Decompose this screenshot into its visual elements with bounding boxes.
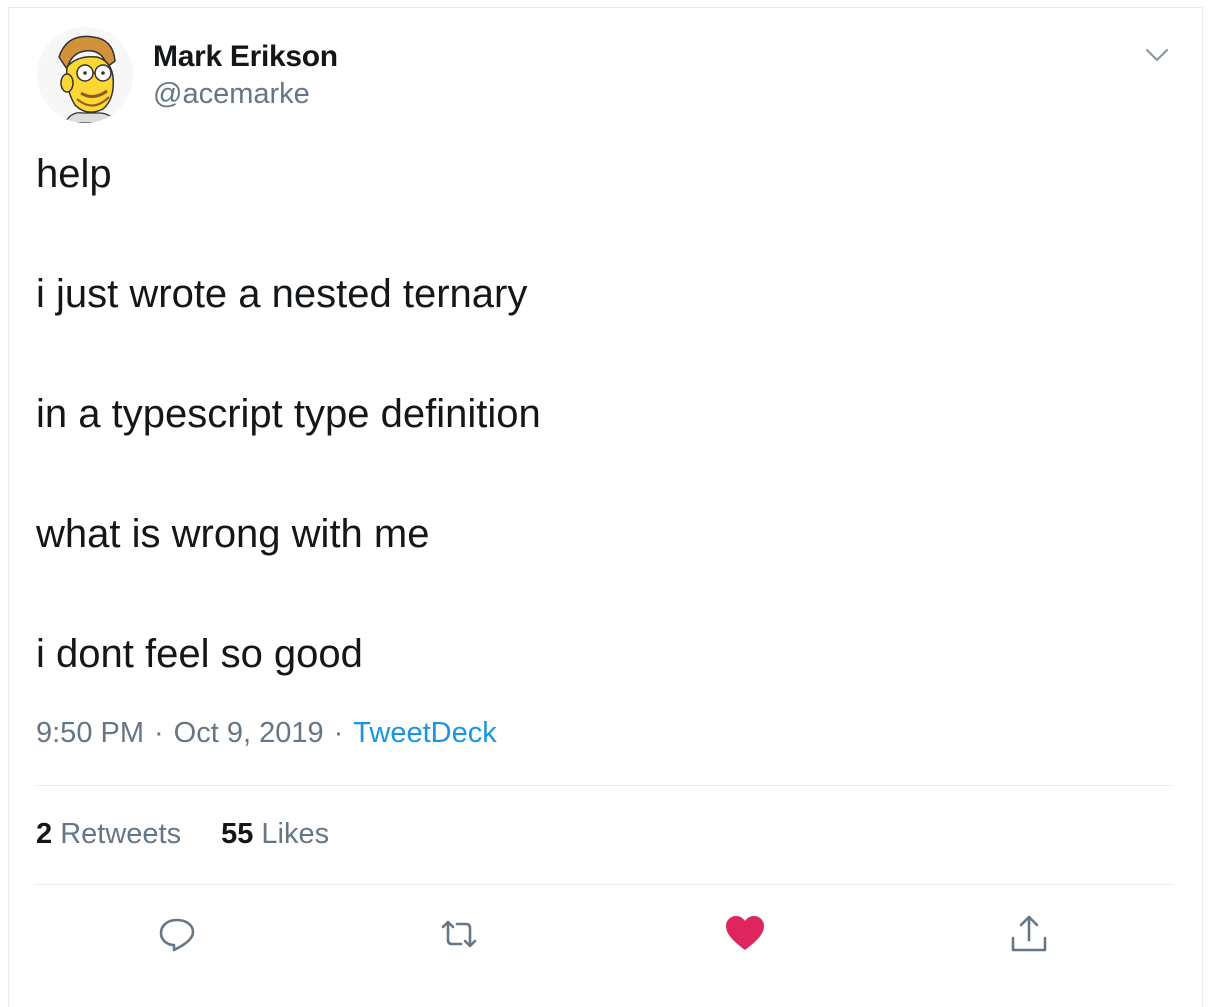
chevron-down-icon[interactable] xyxy=(1143,41,1171,69)
share-button[interactable] xyxy=(1007,912,1051,956)
cartoon-avatar-icon xyxy=(37,27,133,123)
like-button[interactable] xyxy=(723,912,767,956)
separator: · xyxy=(154,717,164,749)
tweet-date[interactable]: Oct 9, 2019 xyxy=(174,717,324,749)
retweet-icon xyxy=(441,920,477,948)
tweet-text-line: i dont feel so good xyxy=(36,632,363,676)
tweet-stats: 2 Retweets 55 Likes xyxy=(36,818,329,851)
tweet-text-line: i just wrote a nested ternary xyxy=(36,272,528,316)
author-handle[interactable]: @acemarke xyxy=(153,78,310,111)
tweet-text-line: what is wrong with me xyxy=(36,512,430,556)
likes-stat[interactable]: 55 Likes xyxy=(221,818,329,850)
retweets-count: 2 xyxy=(36,818,53,850)
separator: · xyxy=(333,717,344,749)
tweet-text-line: help xyxy=(36,152,112,196)
retweet-button[interactable] xyxy=(437,912,481,956)
tweet-metadata: 9:50 PM · Oct 9, 2019 · TweetDeck xyxy=(36,717,497,750)
heart-icon xyxy=(726,916,764,950)
divider xyxy=(36,884,1172,885)
reply-button[interactable] xyxy=(155,912,199,956)
retweets-label: Retweets xyxy=(60,818,182,850)
reply-icon xyxy=(159,918,195,952)
tweet-card xyxy=(8,7,1203,1007)
tweet-text-line: in a typescript type definition xyxy=(36,392,541,436)
share-icon xyxy=(1011,915,1047,952)
tweet-time[interactable]: 9:50 PM xyxy=(36,717,144,749)
avatar[interactable] xyxy=(37,27,133,123)
likes-count: 55 xyxy=(221,818,254,850)
author-display-name[interactable]: Mark Erikson xyxy=(153,40,338,74)
divider xyxy=(36,785,1172,786)
retweets-stat[interactable]: 2 Retweets xyxy=(36,818,181,850)
likes-label: Likes xyxy=(261,818,330,850)
tweet-source-link[interactable]: TweetDeck xyxy=(353,717,496,749)
